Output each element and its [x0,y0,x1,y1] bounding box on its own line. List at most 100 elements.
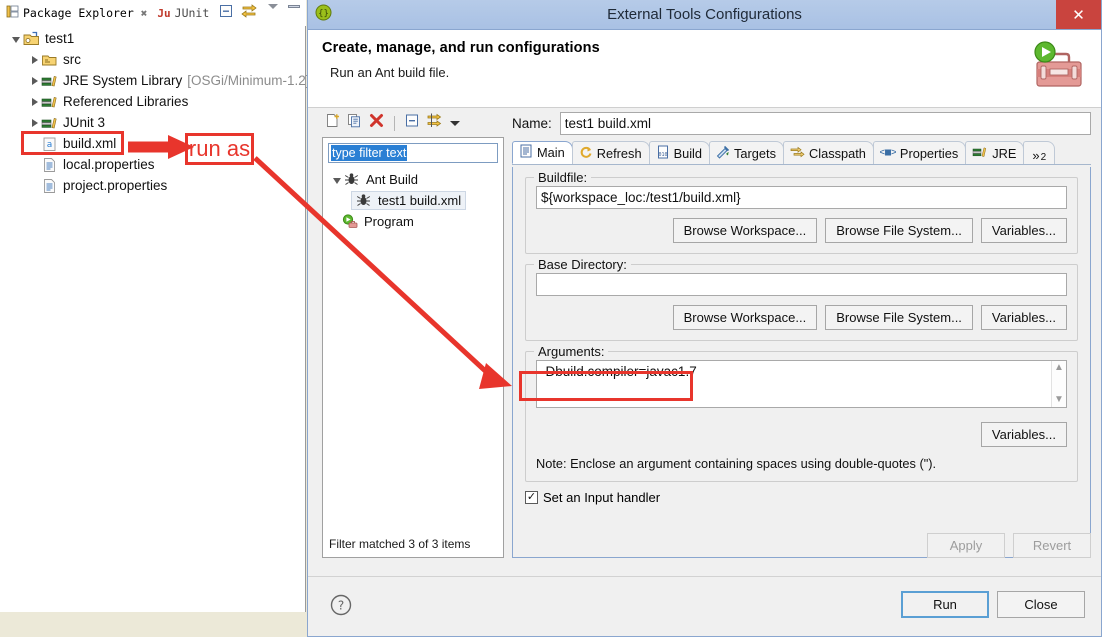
tree-item-label: build.xml [63,136,116,151]
dialog-title: External Tools Configurations [308,6,1101,23]
properties-tab-icon: <■> [880,145,896,161]
close-button[interactable]: Close [997,591,1085,618]
tab-build[interactable]: 010 Build [649,141,710,164]
svg-text:?: ? [338,599,344,613]
tree-item-src[interactable]: src [0,49,306,70]
tab-refresh[interactable]: Refresh [572,141,650,164]
dialog-titlebar: {} External Tools Configurations ✕ [308,0,1101,30]
config-item-test1-build-xml[interactable]: test1 build.xml [323,190,503,211]
tab-overflow-label: » [1032,148,1039,163]
configurations-panel: type filter text [322,111,504,558]
tab-properties[interactable]: <■> Properties [873,141,966,164]
config-item-ant-build[interactable]: Ant Build [323,169,503,190]
library-icon [41,115,58,131]
toolbar-dropdown-arrow-icon[interactable] [450,121,460,126]
buildfile-variables-button[interactable]: Variables... [981,218,1067,243]
arguments-textarea[interactable]: -Dbuild.compiler=javac1.7 [536,360,1067,408]
config-item-label: Program [364,214,414,229]
name-label: Name: [512,116,552,131]
tree-item-project-properties[interactable]: project.properties [0,175,306,196]
screen-root: Package Explorer ✖ Ju JUnit [0,0,1102,637]
tab-overflow-button[interactable]: » 2 [1023,141,1055,164]
minimize-view-icon[interactable] [288,5,300,8]
duplicate-configuration-icon[interactable] [347,113,362,133]
tree-item-label: Referenced Libraries [63,94,188,109]
close-icon[interactable]: ✖ [141,7,148,20]
name-input[interactable] [560,112,1091,135]
library-icon [41,94,58,110]
expander-closed-icon[interactable] [32,119,38,127]
tab-classpath[interactable]: Classpath [783,141,874,164]
buildfile-group: Buildfile: Browse Workspace... Browse Fi… [525,177,1078,254]
buildfile-browse-workspace-button[interactable]: Browse Workspace... [673,218,818,243]
run-as-callout: run as [185,133,254,165]
tree-item-referenced-libraries[interactable]: Referenced Libraries [0,91,306,112]
collapse-all-icon[interactable] [405,113,420,133]
set-input-handler-row[interactable]: ✓ Set an Input handler [525,490,1078,505]
delete-configuration-icon[interactable] [369,113,384,133]
tree-item-local-properties[interactable]: local.properties [0,154,306,175]
filter-configurations-icon[interactable] [427,113,443,133]
base-directory-legend: Base Directory: [534,257,631,272]
footer-buttons: Run Close [901,591,1085,618]
arguments-buttons: Variables... [536,422,1067,447]
tree-item-junit3[interactable]: JUnit 3 [0,112,306,133]
arguments-variables-button[interactable]: Variables... [981,422,1067,447]
config-item-program[interactable]: Program [323,211,503,232]
name-row: Name: [512,111,1091,135]
dialog-body: type filter text [308,109,1101,576]
link-with-editor-icon[interactable] [241,4,257,23]
basedir-variables-button[interactable]: Variables... [981,305,1067,330]
view-menu-chevron-icon[interactable] [268,4,278,9]
main-tab-icon [519,144,533,161]
dialog-header: Create, manage, and run configurations R… [308,30,1101,108]
revert-button[interactable]: Revert [1013,533,1091,558]
help-question-icon[interactable]: ? [330,594,352,621]
config-item-selected-wrap: test1 build.xml [351,191,466,210]
apply-revert-row: Apply Revert [927,533,1091,558]
tree-item-build-xml[interactable]: a build.xml [0,133,306,154]
expander-closed-icon[interactable] [32,77,38,85]
tree-item-label: test1 [45,31,74,46]
config-item-label: Ant Build [366,172,418,187]
expander-closed-icon[interactable] [32,56,38,64]
filter-input[interactable]: type filter text [328,143,498,163]
tab-targets[interactable]: Targets [709,141,784,164]
tree-item-label: project.properties [63,178,167,193]
expander-closed-icon[interactable] [32,98,38,106]
close-icon[interactable]: ✕ [1056,0,1101,29]
chevron-down-icon[interactable]: ▼ [1054,395,1064,405]
buildfile-browse-filesystem-button[interactable]: Browse File System... [825,218,973,243]
tab-jre[interactable]: JRE [965,141,1024,164]
view-tab-package-explorer[interactable]: Package Explorer ✖ [0,1,151,25]
tree-item-jre-system-library[interactable]: JRE System Library [OSGi/Minimum-1.2] [0,70,306,91]
apply-button[interactable]: Apply [927,533,1005,558]
chevron-up-icon[interactable]: ▲ [1054,363,1064,373]
tree-item-test1[interactable]: test1 [0,28,306,49]
junit-icon: Ju [157,7,170,20]
base-directory-input[interactable] [536,273,1067,296]
set-input-handler-label: Set an Input handler [543,490,660,505]
tree-item-label: src [63,52,81,67]
properties-file-icon [41,157,58,173]
basedir-browse-workspace-button[interactable]: Browse Workspace... [673,305,818,330]
ant-build-icon [356,193,373,209]
tab-label: Targets [734,146,776,161]
tab-main[interactable]: Main [512,141,573,164]
run-button[interactable]: Run [901,591,989,618]
new-configuration-icon[interactable] [325,113,340,133]
buildfile-input[interactable] [536,186,1067,209]
ant-build-icon [344,172,361,188]
tree-item-suffix: [OSGi/Minimum-1.2] [187,73,309,88]
expander-open-icon[interactable] [12,37,20,43]
view-tab-junit[interactable]: Ju JUnit [151,1,213,25]
base-directory-group: Base Directory: Browse Workspace... Brow… [525,264,1078,341]
arguments-scrollbar[interactable]: ▲ ▼ [1051,361,1066,407]
collapse-all-icon[interactable] [219,4,233,23]
tab-label: Classpath [809,146,866,161]
tree-item-label: JRE System Library [63,73,182,88]
expander-open-icon[interactable] [333,178,341,184]
set-input-handler-checkbox[interactable]: ✓ [525,491,538,504]
main-tab-panel: Buildfile: Browse Workspace... Browse Fi… [512,167,1091,558]
basedir-browse-filesystem-button[interactable]: Browse File System... [825,305,973,330]
